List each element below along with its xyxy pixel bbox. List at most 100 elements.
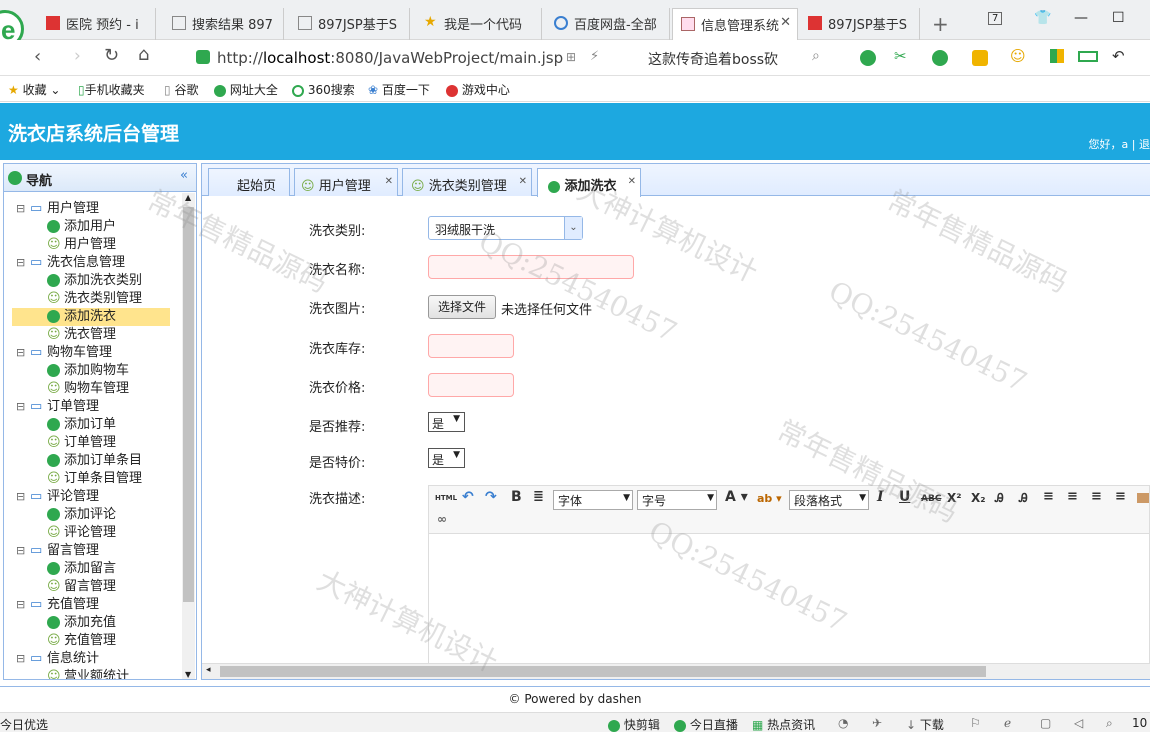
lightning-icon[interactable]: ⚡ xyxy=(590,49,599,64)
scroll-left-icon[interactable]: ◂ xyxy=(206,665,211,675)
window-icon[interactable]: ▢ xyxy=(1040,716,1051,730)
tab-add-laundry[interactable]: 添加洗衣 ✕ xyxy=(537,168,641,197)
sidebar-group[interactable]: ⊟ ▭ 评论管理 xyxy=(4,488,180,506)
tab-user-mgmt[interactable]: ☺ 用户管理 ✕ xyxy=(294,168,398,196)
grid-icon[interactable]: ⊞ xyxy=(566,50,576,64)
bookmark-favorites[interactable]: ★ 收藏 ⌄ xyxy=(8,81,60,98)
superscript-button[interactable]: X² xyxy=(947,491,962,505)
special-select[interactable]: 是 ▼ xyxy=(428,448,465,468)
sidebar-group[interactable]: ⊟ ▭ 留言管理 xyxy=(4,542,180,560)
sidebar-item[interactable]: 添加购物车 xyxy=(4,362,180,380)
browser-tab-7[interactable]: 897JSP基于S xyxy=(800,8,920,40)
price-input[interactable] xyxy=(428,373,514,397)
tab-home[interactable]: 起始页 xyxy=(208,168,290,196)
recommend-select[interactable]: 是 ▼ xyxy=(428,412,465,432)
bookmark-games[interactable]: 游戏中心 xyxy=(446,81,510,98)
undo-icon[interactable]: ↶ xyxy=(1112,47,1125,65)
bookmark-google[interactable]: ▯ 谷歌 xyxy=(164,81,198,98)
scroll-thumb[interactable] xyxy=(220,666,986,677)
sidebar-scrollbar[interactable]: ▲ ▼ xyxy=(182,193,195,679)
font-color-button[interactable]: A ▾ xyxy=(725,489,748,505)
subscript-button[interactable]: X₂ xyxy=(971,491,986,505)
sidebar-group[interactable]: ⊟ ▭ 用户管理 xyxy=(4,200,180,218)
format-icon[interactable]: ≣ xyxy=(533,489,544,504)
sidebar-item[interactable]: ☺ 营业额统计 xyxy=(4,668,180,679)
collapse-toggle-icon[interactable]: ⊟ xyxy=(16,596,25,614)
status-live[interactable]: 今日直播 xyxy=(674,716,738,733)
image-icon[interactable] xyxy=(1137,493,1149,503)
scroll-thumb[interactable] xyxy=(183,207,194,602)
collapse-toggle-icon[interactable]: ⊟ xyxy=(16,344,25,362)
sidebar-item[interactable]: 添加订单条目 xyxy=(4,452,180,470)
pin-icon[interactable]: ✈ xyxy=(872,716,882,730)
font-family-select[interactable]: 字体 ▼ xyxy=(553,490,633,510)
home-icon[interactable]: ⌂ xyxy=(138,44,149,65)
scroll-up-icon[interactable]: ▲ xyxy=(185,193,191,202)
bookmark-nav[interactable]: 网址大全 xyxy=(214,81,278,98)
collapse-toggle-icon[interactable]: ⊟ xyxy=(16,398,25,416)
sidebar-item[interactable]: ☺ 用户管理 xyxy=(4,236,180,254)
zoom-level[interactable]: 10 xyxy=(1132,716,1147,730)
sidebar-item[interactable]: ☺ 留言管理 xyxy=(4,578,180,596)
sidebar-item[interactable]: ☺ 评论管理 xyxy=(4,524,180,542)
align-center-icon[interactable]: ≡ xyxy=(1067,489,1078,504)
choose-file-button[interactable]: 选择文件 xyxy=(428,295,496,319)
paragraph-select[interactable]: 段落格式 ▼ xyxy=(789,490,869,510)
browser-tab-3[interactable]: 897JSP基于S xyxy=(290,8,410,40)
minimize-icon[interactable]: — xyxy=(1074,10,1088,26)
close-tab-icon[interactable]: ✕ xyxy=(628,176,636,187)
format-painter-icon[interactable]: Ꭿ xyxy=(1019,491,1028,506)
sidebar-group[interactable]: ⊟ ▭ 信息统计 xyxy=(4,650,180,668)
apps-icon[interactable] xyxy=(1050,49,1064,63)
sidebar-group[interactable]: ⊟ ▭ 洗衣信息管理 xyxy=(4,254,180,272)
italic-button[interactable]: I xyxy=(877,489,884,505)
sound-icon[interactable]: ◁ xyxy=(1074,716,1083,730)
sidebar-item[interactable]: 添加用户 xyxy=(4,218,180,236)
close-tab-icon[interactable]: ✕ xyxy=(385,176,393,187)
browser-tab-active[interactable]: 信息管理系统 ✕ xyxy=(672,8,798,40)
ie-icon[interactable]: ℯ xyxy=(1004,716,1011,730)
horizontal-scrollbar[interactable]: ◂ xyxy=(202,663,1150,679)
browser-tab-1[interactable]: 医院 预约 - i xyxy=(38,8,156,40)
speed-icon[interactable]: ◔ xyxy=(838,716,848,730)
new-tab-icon[interactable]: + xyxy=(932,12,949,36)
browser-tab-4[interactable]: ★ 我是一个代码 xyxy=(416,8,542,40)
status-kuaijianji[interactable]: 快剪辑 xyxy=(608,716,660,733)
sidebar-group[interactable]: ⊟ ▭ 充值管理 xyxy=(4,596,180,614)
undo-icon[interactable]: ↶ xyxy=(462,489,474,505)
sidebar-item[interactable]: ☺ 洗衣管理 xyxy=(4,326,180,344)
collapse-icon[interactable]: « xyxy=(180,168,188,183)
battery-icon[interactable] xyxy=(1078,51,1098,62)
scissors-icon[interactable]: ✂ xyxy=(894,47,907,65)
link-icon[interactable]: ∞ xyxy=(437,512,447,526)
bookmark-baidu[interactable]: ❀ 百度一下 xyxy=(368,81,430,98)
refresh-icon[interactable]: ↻ xyxy=(104,45,119,66)
html-source-button[interactable]: HTML xyxy=(435,494,457,502)
welcome-text[interactable]: 您好，a | 退 xyxy=(1089,136,1150,152)
bookmark-mobile[interactable]: ▯手机收藏夹 xyxy=(78,81,145,98)
clear-format-icon[interactable]: Ꭿ xyxy=(995,491,1004,506)
close-tab-icon[interactable]: ✕ xyxy=(519,176,527,187)
search-icon[interactable]: ⌕ xyxy=(1106,716,1113,731)
redo-icon[interactable]: ↷ xyxy=(485,489,497,505)
back-icon[interactable]: ‹ xyxy=(34,46,41,67)
category-select[interactable]: 羽绒服干洗 ⌄ xyxy=(428,216,583,240)
collapse-toggle-icon[interactable]: ⊟ xyxy=(16,254,25,272)
sidebar-item[interactable]: ☺ 充值管理 xyxy=(4,632,180,650)
sidebar-group[interactable]: ⊟ ▭ 购物车管理 xyxy=(4,344,180,362)
shirt-icon[interactable]: 👕 xyxy=(1034,10,1051,26)
extension-icon[interactable] xyxy=(860,50,876,66)
forward-icon[interactable]: › xyxy=(74,46,81,66)
collapse-toggle-icon[interactable]: ⊟ xyxy=(16,488,25,506)
underline-button[interactable]: U xyxy=(899,489,910,505)
browser-tab-2[interactable]: 搜索结果 897 xyxy=(164,8,284,40)
sidebar-item[interactable]: 添加评论 xyxy=(4,506,180,524)
sidebar-item[interactable]: ☺ 订单管理 xyxy=(4,434,180,452)
maximize-icon[interactable]: ☐ xyxy=(1112,10,1125,26)
sidebar-item[interactable]: ☺ 订单条目管理 xyxy=(4,470,180,488)
close-tab-icon[interactable]: ✕ xyxy=(780,15,791,30)
sidebar-item[interactable]: 添加洗衣类别 xyxy=(4,272,180,290)
sidebar-item[interactable]: 添加充值 xyxy=(4,614,180,632)
justify-icon[interactable]: ≡ xyxy=(1115,489,1126,504)
status-download[interactable]: ↓ 下载 xyxy=(906,716,944,733)
